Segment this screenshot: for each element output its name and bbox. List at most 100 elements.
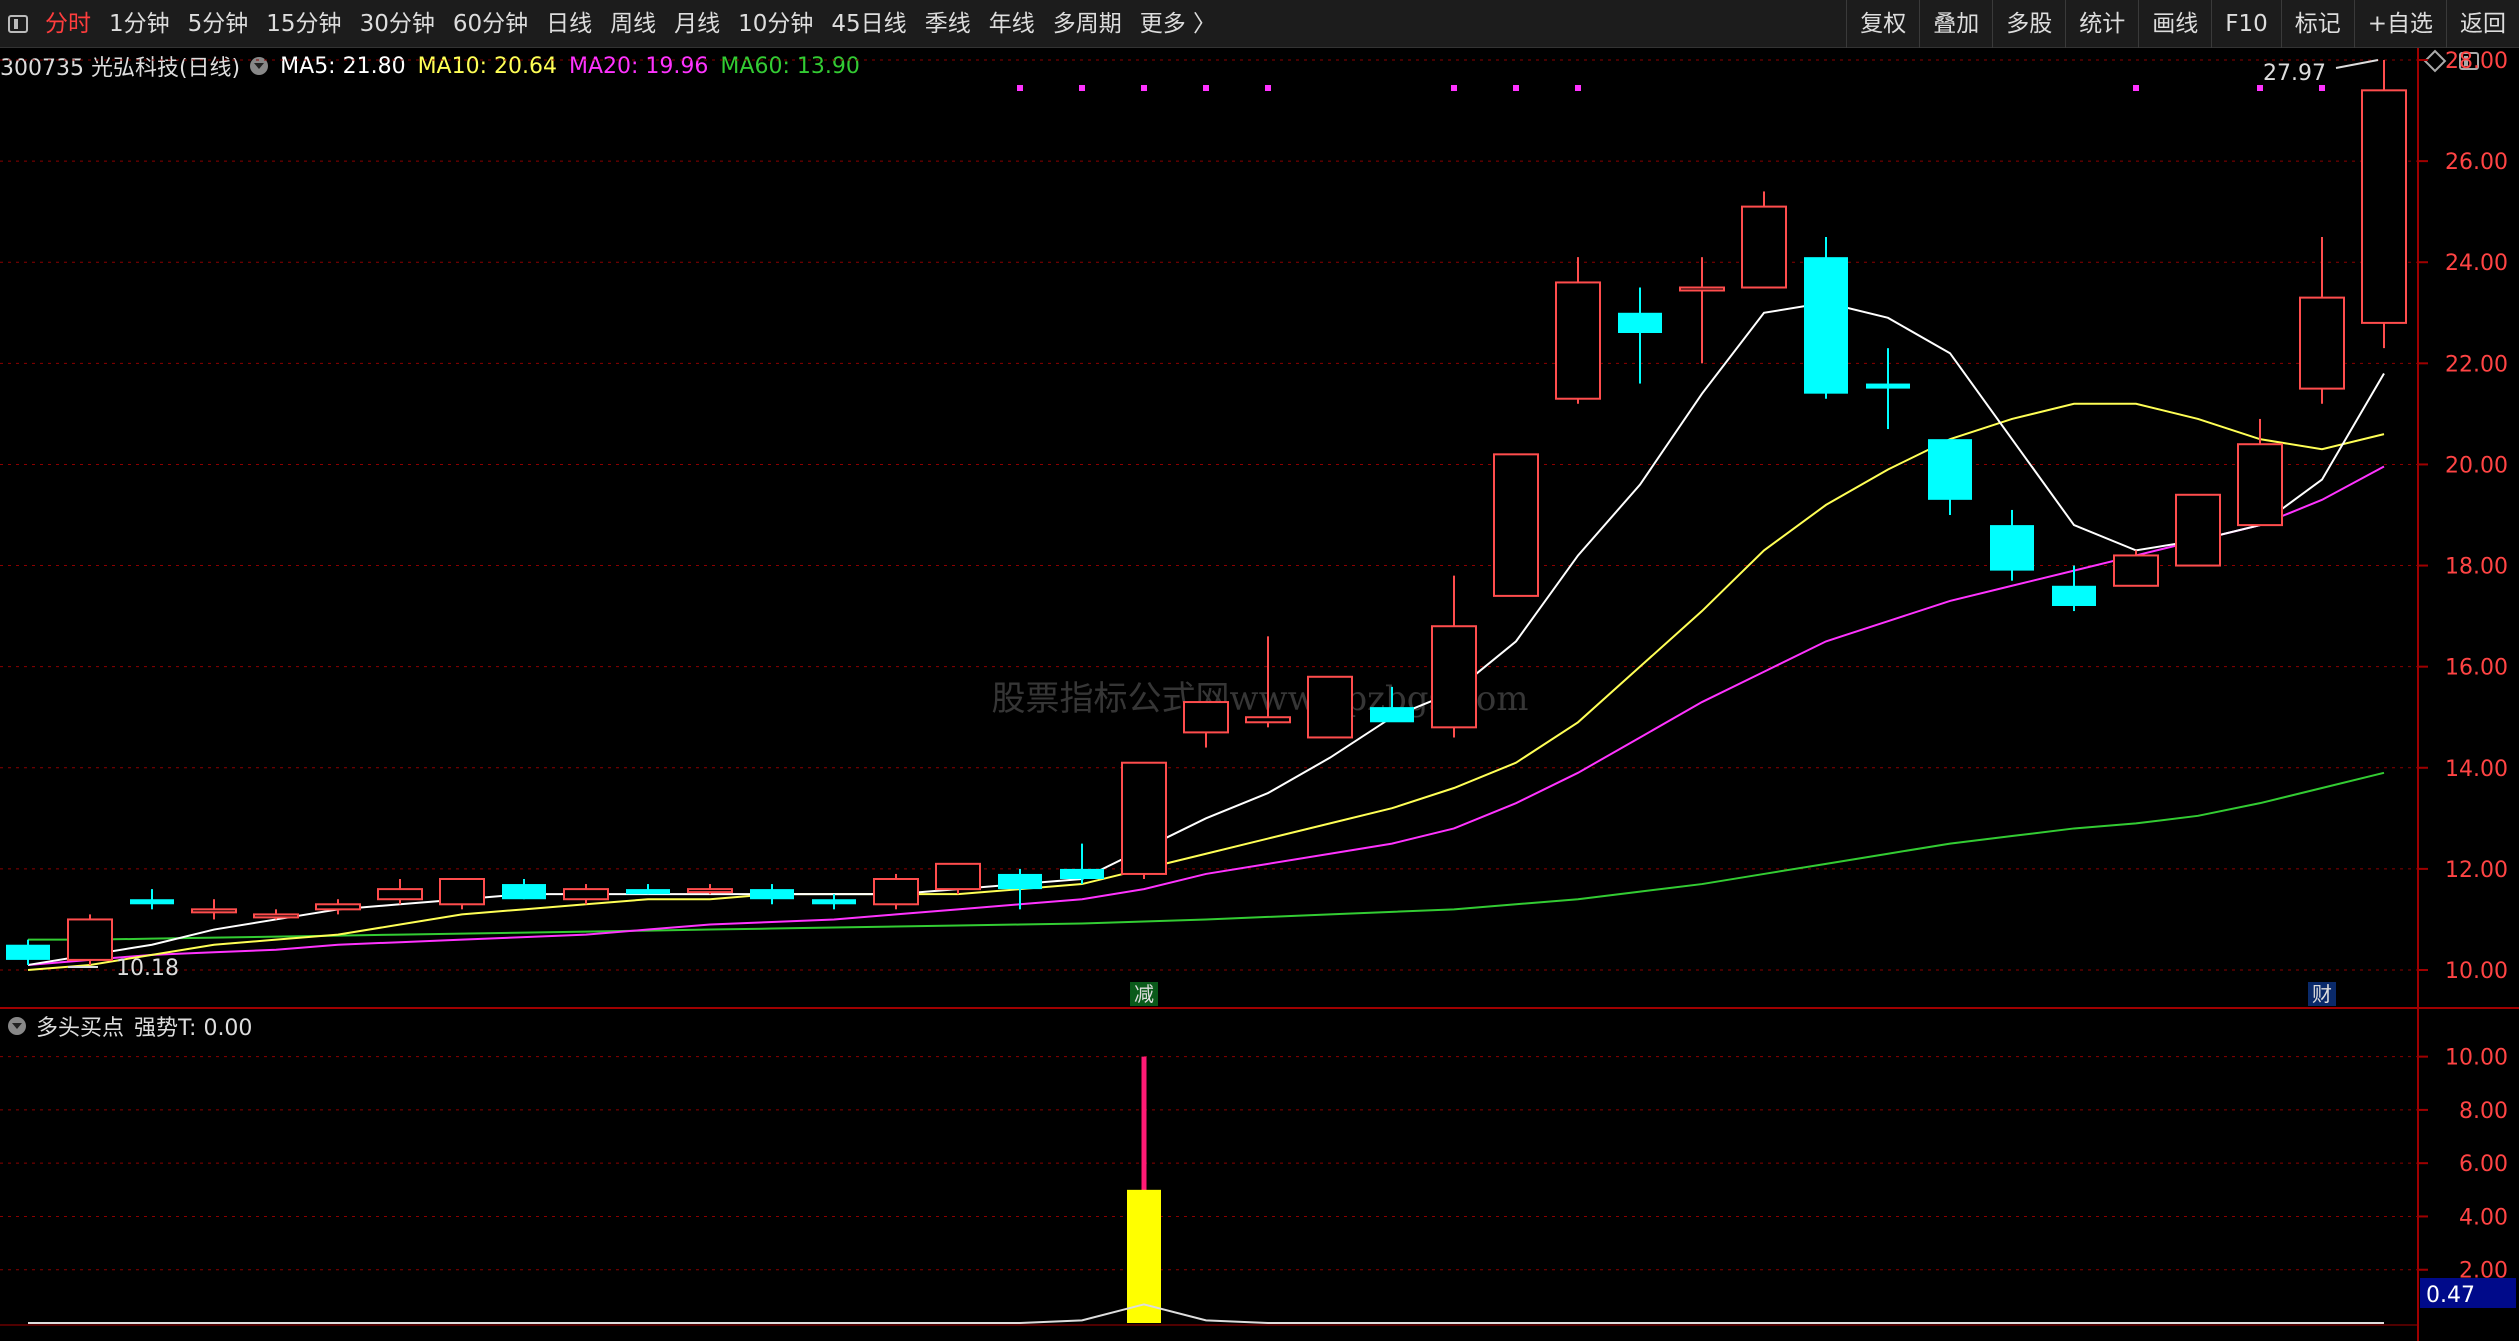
ma60-line xyxy=(28,771,2385,941)
signal-dot xyxy=(2133,85,2139,91)
candle-body xyxy=(1555,281,1601,400)
current-value-label: 0.47 xyxy=(2426,1283,2475,1308)
candle-body xyxy=(2299,296,2345,390)
candle-body xyxy=(935,862,981,891)
candle-body xyxy=(67,918,113,961)
indicator-tick-label: 6.00 xyxy=(2459,1152,2508,1177)
price-tick-label: 10.00 xyxy=(2445,959,2508,984)
event-marker-label: 减 xyxy=(1134,982,1154,1006)
candle-body xyxy=(1804,257,1848,394)
candle-body xyxy=(2175,493,2221,567)
price-tick-label: 12.00 xyxy=(2445,858,2508,883)
candle xyxy=(1555,257,1601,404)
signal-dot xyxy=(1079,85,1085,91)
candle xyxy=(1679,257,1725,364)
candle xyxy=(1307,675,1353,739)
indicator-tick-label: 8.00 xyxy=(2459,1099,2508,1124)
candle xyxy=(502,879,546,900)
candle xyxy=(935,862,981,895)
candle xyxy=(253,909,299,920)
indicator-curve xyxy=(28,1303,2384,1324)
candle-body xyxy=(2113,554,2159,587)
indicator-bar xyxy=(1127,1189,1161,1323)
candle xyxy=(1121,761,1167,879)
candle xyxy=(750,884,794,905)
price-chart[interactable]: 股票指标公式网www.gpzbgs.com 27.9710.18减财 10.00… xyxy=(0,0,2519,1341)
high-marker-arrow xyxy=(2335,59,2379,69)
candle xyxy=(1804,236,1848,399)
candle-body xyxy=(1121,761,1167,875)
price-tick-label: 28.00 xyxy=(2445,49,2508,74)
candle xyxy=(67,914,113,965)
candle xyxy=(439,878,485,910)
low-marker-label: 10.18 xyxy=(116,956,179,981)
candle-body xyxy=(6,944,50,960)
candle-body xyxy=(687,888,733,894)
candle-body xyxy=(873,878,919,906)
candle xyxy=(191,899,237,920)
candle-body xyxy=(750,889,794,900)
candle-body xyxy=(2361,89,2407,324)
candle xyxy=(812,894,856,910)
candle-body xyxy=(1866,383,1910,389)
event-marker-label: 财 xyxy=(2312,982,2332,1006)
high-marker-label: 27.97 xyxy=(2263,61,2326,86)
signal-dot xyxy=(1017,85,1023,91)
candle-body xyxy=(1183,701,1229,734)
signal-dot xyxy=(1265,85,1271,91)
candle xyxy=(1866,348,1910,430)
candle-body xyxy=(1431,625,1477,729)
price-tick-label: 16.00 xyxy=(2445,656,2508,681)
candle-body xyxy=(1990,525,2034,571)
candle-body xyxy=(315,903,361,911)
candle xyxy=(1431,575,1477,738)
candle-body xyxy=(439,878,485,906)
candle xyxy=(1060,843,1104,885)
candle-body xyxy=(253,913,299,919)
price-tick-label: 24.00 xyxy=(2445,251,2508,276)
signal-dot xyxy=(1203,85,1209,91)
signal-dot xyxy=(1575,85,1581,91)
candle-body xyxy=(998,873,1042,890)
signal-dot xyxy=(1513,85,1519,91)
candle-body xyxy=(1618,312,1662,333)
candle xyxy=(1741,191,1787,289)
candle-body xyxy=(1741,205,1787,289)
indicator-tick-label: 4.00 xyxy=(2459,1205,2508,1230)
candle xyxy=(1183,701,1229,748)
candle-body xyxy=(1245,716,1291,724)
candle-body xyxy=(563,888,609,901)
candle xyxy=(2113,550,2159,587)
candle-body xyxy=(1307,675,1353,739)
candle-body xyxy=(1679,286,1725,292)
candle-body xyxy=(2237,443,2283,527)
signal-dot xyxy=(1141,85,1147,91)
candle xyxy=(2052,565,2096,612)
candle-body xyxy=(377,888,423,901)
price-tick-label: 18.00 xyxy=(2445,555,2508,580)
candle xyxy=(1928,439,1972,515)
candle-body xyxy=(191,908,237,914)
candle xyxy=(873,873,919,910)
candle xyxy=(2175,493,2221,567)
candle xyxy=(687,884,733,895)
candle xyxy=(377,879,423,905)
candle-body xyxy=(1493,453,1539,597)
candle xyxy=(1990,509,2034,581)
candle-body xyxy=(1060,868,1104,879)
price-tick-label: 20.00 xyxy=(2445,453,2508,478)
candle-body xyxy=(1370,707,1414,723)
candle xyxy=(1493,453,1539,597)
candle-body xyxy=(2052,585,2096,606)
candle-body xyxy=(502,884,546,900)
candle-body xyxy=(626,889,670,895)
signal-dot xyxy=(1451,85,1457,91)
candle xyxy=(563,884,609,905)
candle-body xyxy=(130,899,174,905)
candle xyxy=(6,939,50,965)
candle xyxy=(2361,60,2407,349)
candle xyxy=(626,884,670,895)
candle xyxy=(1618,287,1662,384)
price-tick-label: 22.00 xyxy=(2445,352,2508,377)
candle-body xyxy=(812,899,856,905)
